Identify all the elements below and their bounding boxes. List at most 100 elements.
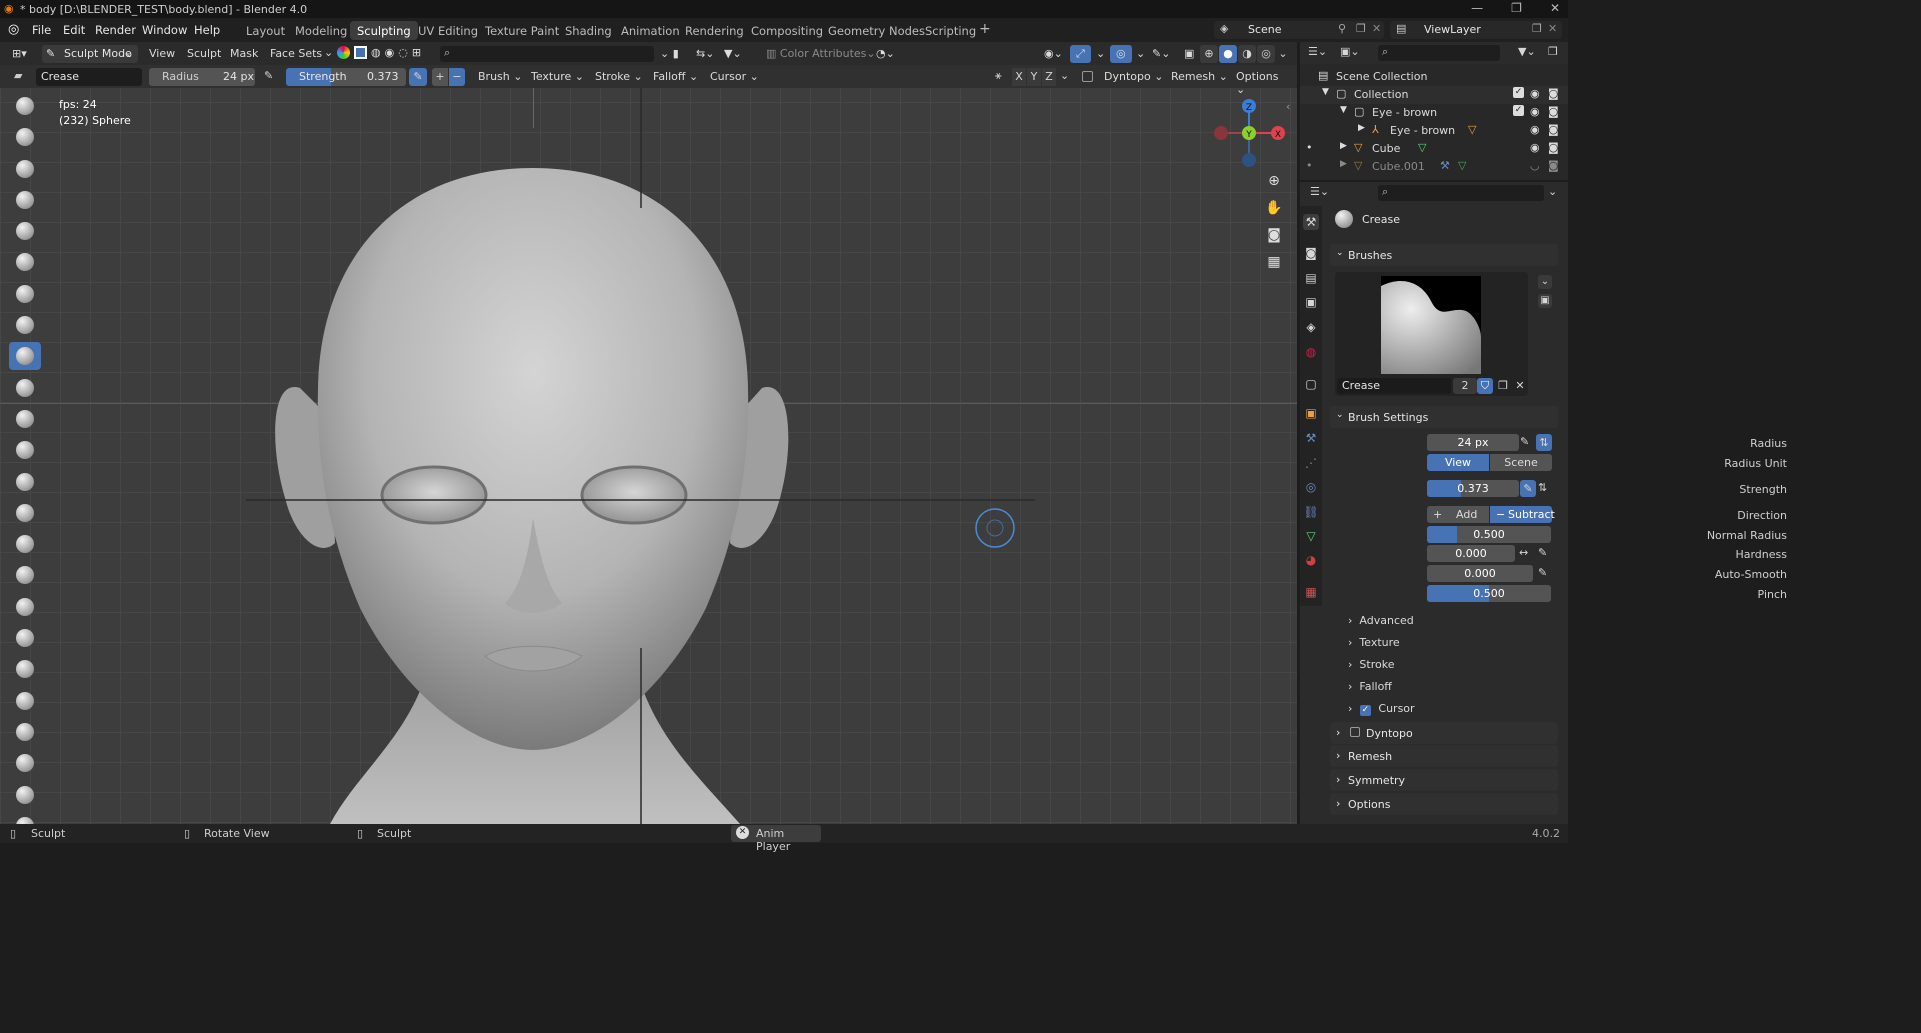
sculpt-model[interactable]: [0, 88, 1297, 824]
pinch-slider[interactable]: 0.500: [1427, 585, 1551, 602]
pose-tool-icon[interactable]: [9, 687, 41, 715]
direction-add-button[interactable]: + Add: [1427, 506, 1489, 523]
modifier-tab-icon[interactable]: ⚒: [1303, 430, 1319, 446]
pivot-icon[interactable]: ◔⌄: [870, 45, 901, 63]
collection-tab-icon[interactable]: ▢: [1303, 376, 1319, 392]
grab-tool-icon[interactable]: [9, 561, 41, 589]
object-tab-icon[interactable]: ▣: [1303, 405, 1319, 421]
visibility-icon[interactable]: ◉⌄: [1038, 45, 1069, 63]
camera-render-icon[interactable]: ◙: [1548, 105, 1559, 118]
expand-arrow-icon[interactable]: ▶: [1358, 123, 1365, 133]
crease-tool-icon[interactable]: [9, 342, 41, 371]
wireframe-shading-icon[interactable]: ⊕: [1200, 45, 1218, 63]
inflate-tool-icon[interactable]: [9, 280, 41, 308]
clay-strips-tool-icon[interactable]: [9, 186, 41, 214]
pan-hand-icon[interactable]: ✋: [1263, 197, 1285, 219]
tab-shading[interactable]: Shading: [558, 21, 619, 40]
remove-scene-icon[interactable]: ✕: [1372, 22, 1381, 35]
menu-view[interactable]: View: [143, 45, 181, 63]
cursor-checkbox[interactable]: ✓: [1359, 705, 1371, 716]
tab-texture-paint[interactable]: Texture Paint: [478, 21, 566, 40]
zoom-icon[interactable]: ⊕: [1263, 170, 1285, 192]
blob-tool-icon[interactable]: [9, 311, 41, 339]
menu-render[interactable]: Render: [95, 23, 136, 37]
filter-icon[interactable]: ▼⌄: [718, 45, 748, 63]
view-layer-tab-icon[interactable]: ▣: [1303, 294, 1319, 310]
mirror-x-toggle[interactable]: X: [1012, 68, 1026, 86]
data-tab-icon[interactable]: ▽: [1303, 528, 1319, 544]
eye-icon[interactable]: ◉: [1530, 87, 1540, 100]
remesh-panel-header[interactable]: › Remesh: [1330, 745, 1558, 767]
falloff-subpanel[interactable]: › Falloff: [1348, 680, 1392, 693]
add-direction-icon[interactable]: +: [432, 68, 448, 86]
color-wheel-icon[interactable]: [337, 46, 350, 59]
ortho-grid-icon[interactable]: ▦: [1263, 251, 1285, 273]
draw-sharp-tool-icon[interactable]: [9, 123, 41, 151]
outliner-row-cube[interactable]: • ▶ ▽ Cube ▽ ◉ ◙: [1300, 140, 1568, 158]
new-collection-icon[interactable]: ❐: [1548, 45, 1558, 58]
remove-viewlayer-icon[interactable]: ✕: [1548, 22, 1557, 35]
fake-user-shield-icon[interactable]: ⛉: [1477, 378, 1493, 394]
nudge-tool-icon[interactable]: [9, 718, 41, 746]
unified-strength-icon[interactable]: ⇅: [1538, 481, 1547, 494]
radius-unit-view[interactable]: View: [1427, 454, 1489, 471]
pressure-icon[interactable]: ✎: [1538, 546, 1547, 559]
rotate-tool-icon[interactable]: [9, 749, 41, 777]
chevron-down-icon[interactable]: ⌄: [1060, 69, 1069, 82]
exclude-checkbox[interactable]: ✓: [1513, 87, 1524, 98]
chevron-down-icon[interactable]: ⌄: [1276, 45, 1290, 63]
toggle-xray-icon[interactable]: ▣: [1178, 45, 1200, 63]
anim-player-button[interactable]: ✕ Anim Player: [731, 825, 821, 853]
dyntopo-checkbox[interactable]: [1082, 71, 1093, 82]
camera-render-icon[interactable]: ◙: [1548, 159, 1559, 172]
outliner-row-eye-collection[interactable]: ▼ ▢ Eye - brown ✓ ◉ ◙: [1300, 104, 1568, 122]
physics-tab-icon[interactable]: ◎: [1303, 479, 1319, 495]
symmetry-panel-header[interactable]: › Symmetry: [1330, 769, 1558, 791]
elastic-deform-tool-icon[interactable]: [9, 593, 41, 621]
material-tab-icon[interactable]: ◕: [1303, 552, 1319, 568]
scrape-tool-icon[interactable]: [9, 468, 41, 496]
tab-modeling[interactable]: Modeling: [288, 21, 354, 40]
brush-users-count[interactable]: 2: [1453, 378, 1477, 394]
cursor-subpanel[interactable]: › ✓ Cursor: [1348, 702, 1415, 716]
particles-tab-icon[interactable]: ⋰: [1303, 455, 1319, 471]
brush-settings-panel-header[interactable]: ⌄ Brush Settings: [1330, 406, 1558, 428]
direction-subtract-button[interactable]: − Subtract: [1490, 506, 1555, 523]
expand-arrow-icon[interactable]: ▼: [1322, 87, 1329, 97]
scene-selector[interactable]: ◈ Scene ⚲ ❐ ✕: [1214, 21, 1384, 39]
strength-pressure-icon[interactable]: ✎: [409, 68, 427, 86]
brush-preview-box[interactable]: Crease 2 ⛉ ❐ ✕: [1335, 272, 1528, 396]
clay-tool-icon[interactable]: [9, 155, 41, 183]
box-mask-icon[interactable]: [354, 46, 367, 59]
unlink-brush-icon[interactable]: ✕: [1512, 378, 1528, 394]
menu-window[interactable]: Window: [142, 23, 187, 37]
properties-search[interactable]: ⌕: [1378, 185, 1544, 201]
advanced-subpanel[interactable]: › Advanced: [1348, 614, 1414, 627]
sphere-icon[interactable]: ◍: [371, 46, 381, 59]
editor-type-icon[interactable]: ⊞▾: [6, 45, 33, 63]
xray-icon[interactable]: ✎⌄: [1146, 45, 1176, 63]
dyntopo-panel-checkbox[interactable]: [1350, 727, 1360, 737]
thumb-tool-icon[interactable]: [9, 655, 41, 683]
fill-tool-icon[interactable]: [9, 436, 41, 464]
constraints-tab-icon[interactable]: ⛓: [1303, 504, 1319, 520]
menu-edit[interactable]: Edit: [63, 23, 85, 37]
duplicate-brush-icon[interactable]: ❐: [1495, 378, 1511, 394]
hardness-slider[interactable]: 0.000: [1427, 545, 1515, 562]
menu-mask[interactable]: Mask: [224, 45, 264, 63]
chevron-down-icon[interactable]: ⌄: [1548, 185, 1557, 198]
menu-sculpt[interactable]: Sculpt: [181, 45, 227, 63]
viewlayer-selector[interactable]: ▤ ViewLayer ❐ ✕: [1390, 21, 1562, 39]
tab-uv-editing[interactable]: UV Editing: [411, 21, 485, 40]
chevron-down-icon[interactable]: ⌄: [1090, 45, 1111, 63]
pressure-icon[interactable]: ✎: [264, 69, 273, 82]
chevron-down-icon[interactable]: ⌄: [324, 46, 333, 59]
camera-render-icon[interactable]: ◙: [1548, 141, 1559, 154]
outliner-scene-collection[interactable]: ▤ Scene Collection: [1300, 68, 1568, 86]
normal-radius-slider[interactable]: 0.500: [1427, 526, 1551, 543]
exclude-checkbox[interactable]: ✓: [1513, 105, 1524, 116]
strength-slider[interactable]: Strength 0.373: [286, 68, 406, 86]
grid-icon[interactable]: ⊞: [412, 46, 421, 59]
slide-relax-tool-icon[interactable]: [9, 781, 41, 809]
boundary-tool-icon[interactable]: [9, 812, 41, 824]
